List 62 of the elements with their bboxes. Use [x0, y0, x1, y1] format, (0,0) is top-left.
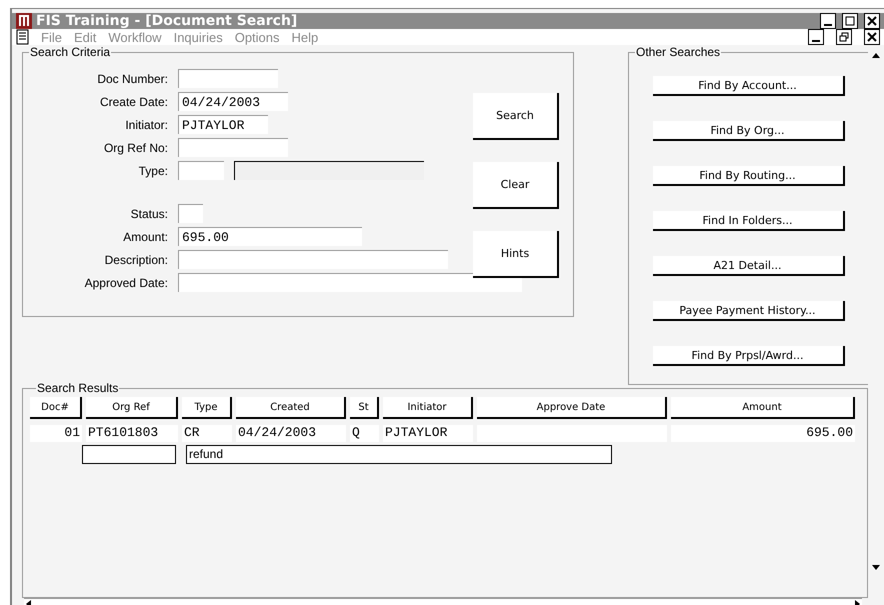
column-header[interactable]: Doc# [30, 397, 82, 419]
maximize-button[interactable] [842, 13, 858, 29]
input-field[interactable] [178, 273, 522, 292]
table-cell: 01 [30, 425, 82, 442]
field-label: Approved Date: [84, 276, 168, 290]
restore-button[interactable] [836, 29, 852, 45]
minimize-icon [812, 40, 820, 42]
close-button[interactable] [864, 13, 880, 29]
action-button[interactable]: Search [473, 93, 559, 140]
close-button[interactable] [864, 29, 880, 45]
group-title: Search Criteria [29, 45, 112, 59]
input-field[interactable] [234, 161, 424, 180]
input-field[interactable] [178, 250, 448, 269]
input-field[interactable] [178, 138, 288, 157]
field-label: Amount: [122, 230, 168, 244]
find-option-button[interactable]: Find By Prpsl/Awrd... [652, 346, 844, 366]
action-button[interactable]: Hints [473, 231, 559, 278]
column-header[interactable]: St [350, 397, 379, 419]
table-cell: 04/24/2003 [236, 425, 346, 442]
field-label: Status: [130, 206, 168, 220]
restore-icon [839, 32, 849, 42]
field-label: Doc Number: [96, 72, 168, 86]
find-option-button[interactable]: Payee Payment History... [652, 301, 844, 321]
input-field[interactable] [178, 69, 278, 88]
input-field[interactable] [82, 445, 176, 464]
field-label: Description: [104, 252, 168, 266]
description-field[interactable]: refund [186, 445, 612, 464]
maximize-icon [845, 16, 855, 26]
group-title: Other Searches [635, 45, 722, 59]
action-button[interactable]: Clear [473, 162, 559, 209]
minimize-icon [824, 24, 832, 26]
input-field[interactable]: 04/24/2003 [178, 92, 288, 111]
column-header[interactable]: Org Ref [86, 397, 178, 419]
column-header[interactable]: Approve Date [477, 397, 667, 419]
find-option-button[interactable]: A21 Detail... [652, 256, 844, 276]
column-header[interactable]: Created [236, 397, 346, 419]
find-option-button[interactable]: Find By Routing... [652, 166, 844, 186]
input-field[interactable] [178, 161, 224, 180]
input-field[interactable]: 695.00 [178, 227, 362, 246]
field-label: Org Ref No: [102, 140, 168, 154]
field-label: Type: [138, 164, 168, 178]
table-cell: PJTAYLOR [383, 425, 473, 442]
minimize-button[interactable] [808, 29, 824, 45]
group-title: Search Results [36, 381, 120, 395]
find-option-button[interactable]: Find By Account... [652, 76, 844, 96]
input-field[interactable] [178, 204, 203, 223]
scroll-up-icon[interactable] [871, 51, 881, 61]
table-cell: 695.00 [671, 425, 855, 442]
minimize-button[interactable] [820, 13, 836, 29]
table-cell: CR [182, 425, 232, 442]
table-cell: Q [350, 425, 379, 442]
column-header[interactable]: Amount [671, 397, 855, 419]
column-header[interactable]: Type [182, 397, 232, 419]
column-header[interactable]: Initiator [383, 397, 473, 419]
window-title: FIS Training - [Document Search] [36, 13, 298, 29]
field-label: Create Date: [98, 94, 168, 108]
find-option-button[interactable]: Find By Org... [652, 121, 844, 141]
input-field[interactable]: PJTAYLOR [178, 115, 268, 134]
field-label: Initiator: [124, 118, 168, 132]
find-option-button[interactable]: Find In Folders... [652, 211, 844, 231]
scroll-down-icon[interactable] [871, 562, 881, 572]
table-cell: PT6101803 [86, 425, 178, 442]
